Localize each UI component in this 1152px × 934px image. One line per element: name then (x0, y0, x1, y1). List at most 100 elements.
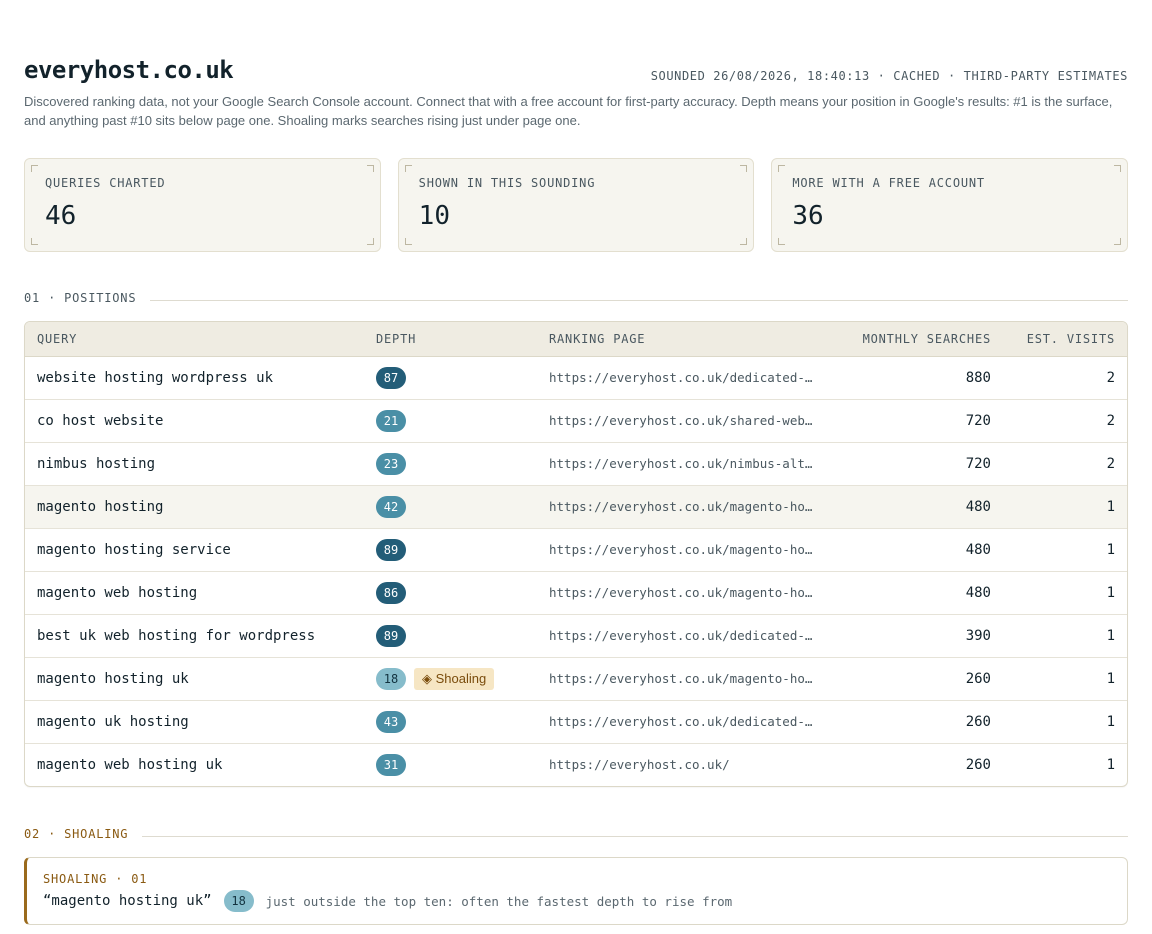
shoaling-card: SHOALING · 01 “magento hosting uk” 18 ju… (24, 857, 1128, 925)
table-row[interactable]: magento web hosting 86 https://everyhost… (25, 571, 1127, 614)
depth-badge: 89 (376, 538, 406, 561)
shoaling-card-line: “magento hosting uk” 18 just outside the… (43, 890, 732, 912)
sounding-meta: SOUNDED 26/08/2026, 18:40:13 · CACHED · … (650, 69, 1128, 83)
est-visits-cell: 2 (1106, 412, 1115, 429)
shoaling-card-tag: SHOALING · 01 (43, 872, 148, 886)
depth-cell: 87 (364, 356, 537, 399)
query-cell: magento hosting (37, 498, 164, 515)
stat-value: 36 (792, 201, 824, 231)
stats-row: QUERIES CHARTED 46 SHOWN IN THIS SOUNDIN… (24, 158, 1129, 252)
depth-cell: 86 (364, 571, 537, 614)
est-visits-cell: 1 (1106, 541, 1115, 558)
depth-cell: 89 (364, 614, 537, 657)
est-visits-cell: 1 (1106, 584, 1115, 601)
stat-label: QUERIES CHARTED (45, 176, 166, 190)
query-cell: nimbus hosting (37, 455, 156, 472)
table-row[interactable]: best uk web hosting for wordpress 89 htt… (25, 614, 1127, 657)
stat-label: MORE WITH A FREE ACCOUNT (792, 176, 985, 190)
section-divider (150, 299, 1128, 301)
est-visits-cell: 1 (1106, 713, 1115, 730)
depth-cell: 18 ◈ Shoaling (364, 657, 537, 700)
monthly-searches-cell: 720 (965, 412, 991, 429)
positions-table: QUERY DEPTH RANKING PAGE MONTHLY SEARCHE… (24, 321, 1128, 787)
monthly-searches-cell: 480 (965, 584, 991, 601)
query-cell: best uk web hosting for wordpress (37, 627, 316, 644)
depth-badge: 21 (376, 409, 406, 432)
stat-card-more-with-account[interactable]: MORE WITH A FREE ACCOUNT 36 (771, 158, 1129, 252)
section-shoaling-heading: 02 · SHOALING (24, 827, 1128, 841)
depth-cell: 43 (364, 700, 537, 743)
column-header-query[interactable]: QUERY (25, 322, 364, 357)
ranking-page-link[interactable]: https://everyhost.co.uk/ (537, 743, 827, 786)
ranking-page-link[interactable]: https://everyhost.co.uk/magento-hos… (537, 528, 827, 571)
monthly-searches-cell: 260 (965, 670, 991, 687)
table-row[interactable]: magento hosting uk 18 ◈ Shoaling https://… (25, 657, 1127, 700)
ranking-page-link[interactable]: https://everyhost.co.uk/nimbus-alte… (537, 442, 827, 485)
monthly-searches-cell: 390 (965, 627, 991, 644)
query-cell: magento hosting service (37, 541, 231, 558)
depth-badge: 18 (376, 667, 406, 690)
query-cell: magento web hosting (37, 584, 198, 601)
depth-badge: 86 (376, 581, 406, 604)
column-header-depth[interactable]: DEPTH (364, 322, 537, 357)
est-visits-cell: 1 (1106, 756, 1115, 773)
ranking-page-link[interactable]: https://everyhost.co.uk/dedicated-m… (537, 700, 827, 743)
est-visits-cell: 1 (1106, 498, 1115, 515)
est-visits-cell: 1 (1106, 627, 1115, 644)
stat-card-shown: SHOWN IN THIS SOUNDING 10 (397, 158, 755, 252)
depth-badge: 89 (376, 624, 406, 647)
depth-badge: 23 (376, 452, 406, 475)
query-cell: magento web hosting uk (37, 756, 223, 773)
depth-cell: 31 (364, 743, 537, 786)
page-title: everyhost.co.uk (24, 56, 234, 84)
monthly-searches-cell: 480 (965, 498, 991, 515)
table-row[interactable]: magento web hosting uk 31 https://everyh… (25, 743, 1127, 786)
page-header: everyhost.co.uk SOUNDED 26/08/2026, 18:4… (24, 0, 1128, 90)
ranking-page-link[interactable]: https://everyhost.co.uk/magento-hos… (537, 485, 827, 528)
table-row[interactable]: nimbus hosting 23 https://everyhost.co.u… (25, 442, 1127, 485)
section-positions-heading: 01 · POSITIONS (24, 291, 1128, 305)
column-header-est-visits[interactable]: EST. VISITS (1003, 322, 1127, 357)
depth-badge: 42 (376, 495, 406, 518)
stat-value: 46 (45, 201, 77, 231)
monthly-searches-cell: 720 (965, 455, 991, 472)
depth-cell: 89 (364, 528, 537, 571)
section-title: 02 · SHOALING (24, 827, 129, 841)
table-row[interactable]: magento hosting service 89 https://every… (25, 528, 1127, 571)
monthly-searches-cell: 880 (965, 369, 991, 386)
monthly-searches-cell: 260 (965, 713, 991, 730)
depth-cell: 23 (364, 442, 537, 485)
section-divider (142, 835, 1128, 837)
ranking-page-link[interactable]: https://everyhost.co.uk/shared-web-… (537, 399, 827, 442)
ranking-page-link[interactable]: https://everyhost.co.uk/dedicated-w… (537, 614, 827, 657)
table-row[interactable]: magento hosting 42 https://everyhost.co.… (25, 485, 1127, 528)
ranking-page-link[interactable]: https://everyhost.co.uk/magento-hos… (537, 571, 827, 614)
stat-label: SHOWN IN THIS SOUNDING (418, 176, 596, 190)
ranking-page-link[interactable]: https://everyhost.co.uk/magento-hos… (537, 657, 827, 700)
table-header-row: QUERY DEPTH RANKING PAGE MONTHLY SEARCHE… (25, 322, 1127, 357)
table-row[interactable]: magento uk hosting 43 https://everyhost.… (25, 700, 1127, 743)
table-row[interactable]: website hosting wordpress uk 87 https://… (25, 356, 1127, 399)
intro-text: Discovered ranking data, not your Google… (24, 94, 1113, 128)
section-title: 01 · POSITIONS (24, 291, 137, 305)
query-cell: magento hosting uk (37, 670, 189, 687)
query-cell: magento uk hosting (37, 713, 189, 730)
column-header-ranking-page[interactable]: RANKING PAGE (537, 322, 827, 357)
depth-badge: 87 (376, 366, 406, 389)
page: everyhost.co.uk SOUNDED 26/08/2026, 18:4… (0, 0, 1152, 90)
ranking-page-link[interactable]: https://everyhost.co.uk/dedicated-w… (537, 356, 827, 399)
est-visits-cell: 1 (1106, 670, 1115, 687)
stat-card-queries-charted: QUERIES CHARTED 46 (24, 158, 381, 252)
depth-badge: 31 (376, 753, 406, 776)
depth-cell: 21 (364, 399, 537, 442)
monthly-searches-cell: 260 (965, 756, 991, 773)
est-visits-cell: 2 (1106, 369, 1115, 386)
depth-badge: 43 (376, 710, 406, 733)
shoaling-badge: ◈ Shoaling (414, 667, 495, 690)
table-row[interactable]: co host website 21 https://everyhost.co.… (25, 399, 1127, 442)
depth-badge: 18 (223, 890, 254, 912)
query-cell: co host website (37, 412, 164, 429)
shoaling-query: “magento hosting uk” (43, 893, 212, 909)
column-header-monthly-searches[interactable]: MONTHLY SEARCHES (827, 322, 1003, 357)
stat-value: 10 (418, 201, 450, 231)
